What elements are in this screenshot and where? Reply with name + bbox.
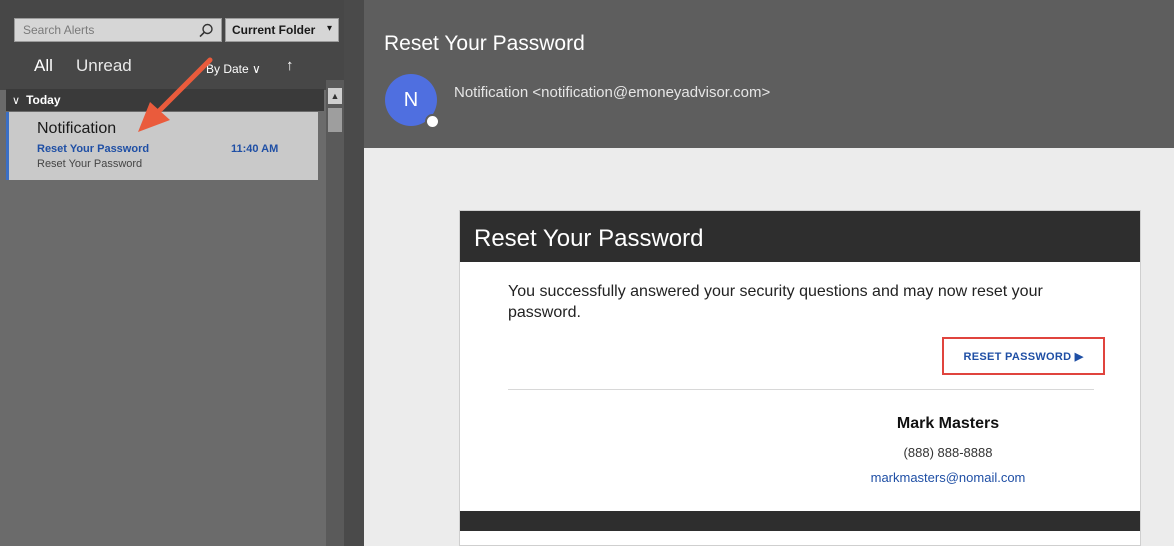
- reset-password-button[interactable]: RESET PASSWORD ▶: [942, 337, 1105, 375]
- email-message: You successfully answered your security …: [508, 283, 1043, 321]
- filter-all-tab[interactable]: All: [34, 56, 53, 76]
- annotation-arrow-icon: [138, 57, 213, 132]
- sort-direction-icon[interactable]: ↑: [286, 57, 294, 74]
- reading-pane-header: Reset Your Password N Notification <noti…: [364, 0, 1174, 148]
- signature-name: Mark Masters: [896, 415, 1000, 432]
- scrollbar-thumb[interactable]: [328, 108, 342, 132]
- signature-phone: (888) 888-8888: [903, 445, 993, 460]
- message-sender: Notification: [37, 120, 117, 137]
- divider: [508, 389, 1094, 390]
- search-scope-dropdown[interactable]: Current Folder ▾: [225, 18, 339, 42]
- email-card: Reset Your Password You successfully ans…: [459, 210, 1141, 546]
- dropdown-caret-icon: ▾: [326, 23, 332, 34]
- email-title: Reset Your Password: [474, 225, 704, 252]
- message-list-scrollbar[interactable]: ▲: [326, 80, 344, 546]
- sender-address[interactable]: Notification <notification@emoneyadvisor…: [454, 84, 770, 101]
- reading-pane-body: Reset Your Password You successfully ans…: [364, 148, 1174, 546]
- search-input[interactable]: [15, 19, 190, 41]
- search-icon[interactable]: [197, 22, 215, 40]
- signature-email-link[interactable]: markmasters@nomail.com: [828, 470, 1068, 485]
- search-scope-label: Current Folder: [232, 23, 316, 37]
- message-time: 11:40 AM: [231, 143, 279, 155]
- email-footer-bar: [460, 511, 1140, 531]
- pane-divider[interactable]: [344, 0, 364, 546]
- message-subject: Reset Your Password: [37, 143, 150, 155]
- message-preview: Reset Your Password: [37, 158, 143, 170]
- search-box[interactable]: [14, 18, 222, 42]
- filter-unread-tab[interactable]: Unread: [76, 56, 132, 76]
- email-title-bar: Reset Your Password: [460, 211, 1140, 262]
- scroll-up-icon[interactable]: ▲: [328, 88, 342, 104]
- chevron-down-icon[interactable]: ∨: [12, 94, 20, 107]
- reading-subject: Reset Your Password: [384, 32, 585, 55]
- presence-status-icon: [425, 114, 440, 129]
- message-list-pane: Current Folder ▾ All Unread By Date ∨ ↑ …: [0, 0, 344, 546]
- group-label: Today: [26, 93, 61, 107]
